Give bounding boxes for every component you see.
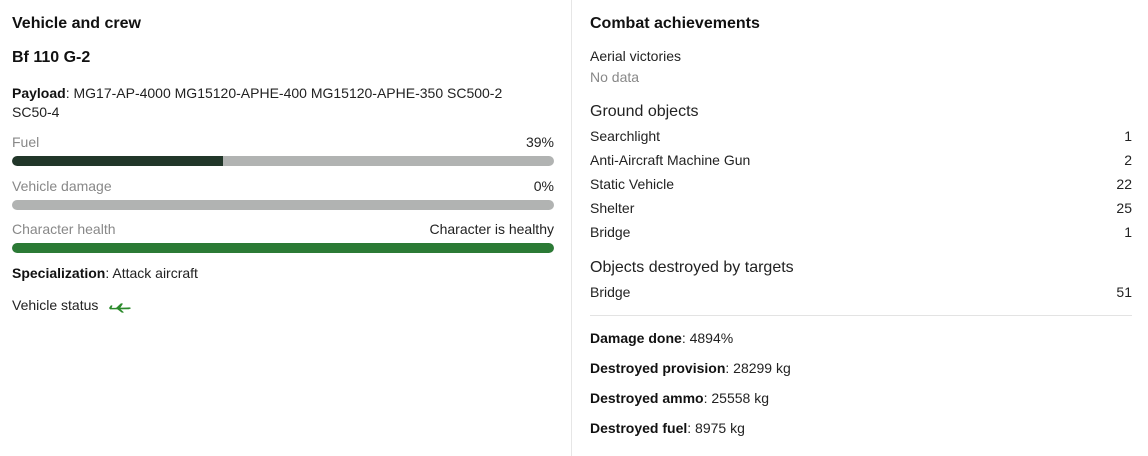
list-item-name: Shelter: [590, 200, 635, 216]
payload-label: Payload: [12, 85, 66, 101]
list-item-count: 51: [1116, 284, 1132, 300]
destroyed-provision-value: : 28299 kg: [725, 360, 791, 376]
list-item-count: 2: [1124, 152, 1132, 168]
destroyed-ammo-value: : 25558 kg: [703, 390, 769, 406]
destroyed-fuel-line: Destroyed fuel: 8975 kg: [590, 419, 745, 438]
destroyed-provision-label: Destroyed provision: [590, 360, 726, 376]
character-health-stat: Character health Character is healthy: [12, 221, 554, 237]
character-health-bar: [12, 243, 554, 253]
list-item-count: 22: [1116, 176, 1132, 192]
ground-objects-heading: Ground objects: [590, 103, 699, 120]
column-divider: [571, 0, 572, 456]
destroyed-provision-line: Destroyed provision: 28299 kg: [590, 359, 791, 378]
list-item: Shelter 25: [590, 200, 1132, 216]
character-health-value: Character is healthy: [429, 221, 554, 237]
vehicle-damage-bar: [12, 200, 554, 210]
section-divider: [590, 315, 1132, 316]
list-item-count: 1: [1124, 128, 1132, 144]
damage-done-line: Damage done: 4894%: [590, 329, 733, 348]
payload-line: Payload: MG17-AP-4000 MG15120-APHE-400 M…: [12, 84, 532, 122]
destroyed-fuel-value: : 8975 kg: [687, 420, 745, 436]
list-item-name: Static Vehicle: [590, 176, 675, 192]
aerial-victories-label: Aerial victories: [590, 48, 682, 64]
fuel-bar-fill: [12, 156, 224, 166]
destroyed-ammo-line: Destroyed ammo: 25558 kg: [590, 389, 769, 408]
panel-title-combat: Combat achievements: [590, 15, 760, 32]
list-item: Bridge 51: [590, 284, 1132, 300]
plane-icon: [108, 300, 132, 313]
list-item-name: Bridge: [590, 284, 631, 300]
vehicle-status-label: Vehicle status: [12, 297, 99, 313]
payload-value: : MG17-AP-4000 MG15120-APHE-400 MG15120-…: [12, 85, 503, 120]
vehicle-damage-label: Vehicle damage: [12, 178, 112, 194]
vehicle-damage-stat: Vehicle damage 0%: [12, 178, 554, 194]
list-item: Anti-Aircraft Machine Gun 2: [590, 152, 1132, 168]
destroyed-fuel-label: Destroyed fuel: [590, 420, 688, 436]
vehicle-status-line: Vehicle status: [12, 296, 132, 315]
specialization-line: Specialization: Attack aircraft: [12, 264, 198, 283]
list-item: Bridge 1: [590, 224, 1132, 240]
specialization-label: Specialization: [12, 265, 106, 281]
vehicle-damage-value: 0%: [533, 178, 554, 194]
list-item-count: 25: [1116, 200, 1132, 216]
character-health-bar-fill: [12, 243, 554, 253]
list-item: Searchlight 1: [590, 128, 1132, 144]
damage-done-label: Damage done: [590, 330, 682, 346]
damage-done-value: : 4894%: [681, 330, 734, 346]
character-health-label: Character health: [12, 221, 116, 237]
page: Vehicle and crew Bf 110 G-2 Payload: MG1…: [0, 0, 1148, 456]
panel-title-vehicle-crew: Vehicle and crew: [12, 15, 141, 32]
list-item-name: Searchlight: [590, 128, 661, 144]
fuel-label: Fuel: [12, 134, 40, 150]
fuel-stat: Fuel 39%: [12, 134, 554, 150]
objects-destroyed-by-targets-heading: Objects destroyed by targets: [590, 259, 794, 276]
vehicle-name: Bf 110 G-2: [12, 49, 91, 66]
specialization-value: : Attack aircraft: [105, 265, 198, 281]
list-item-name: Anti-Aircraft Machine Gun: [590, 152, 751, 168]
destroyed-ammo-label: Destroyed ammo: [590, 390, 704, 406]
aerial-victories-value: No data: [590, 69, 640, 85]
list-item-count: 1: [1124, 224, 1132, 240]
list-item-name: Bridge: [590, 224, 631, 240]
fuel-value: 39%: [525, 134, 554, 150]
list-item: Static Vehicle 22: [590, 176, 1132, 192]
fuel-bar: [12, 156, 554, 166]
